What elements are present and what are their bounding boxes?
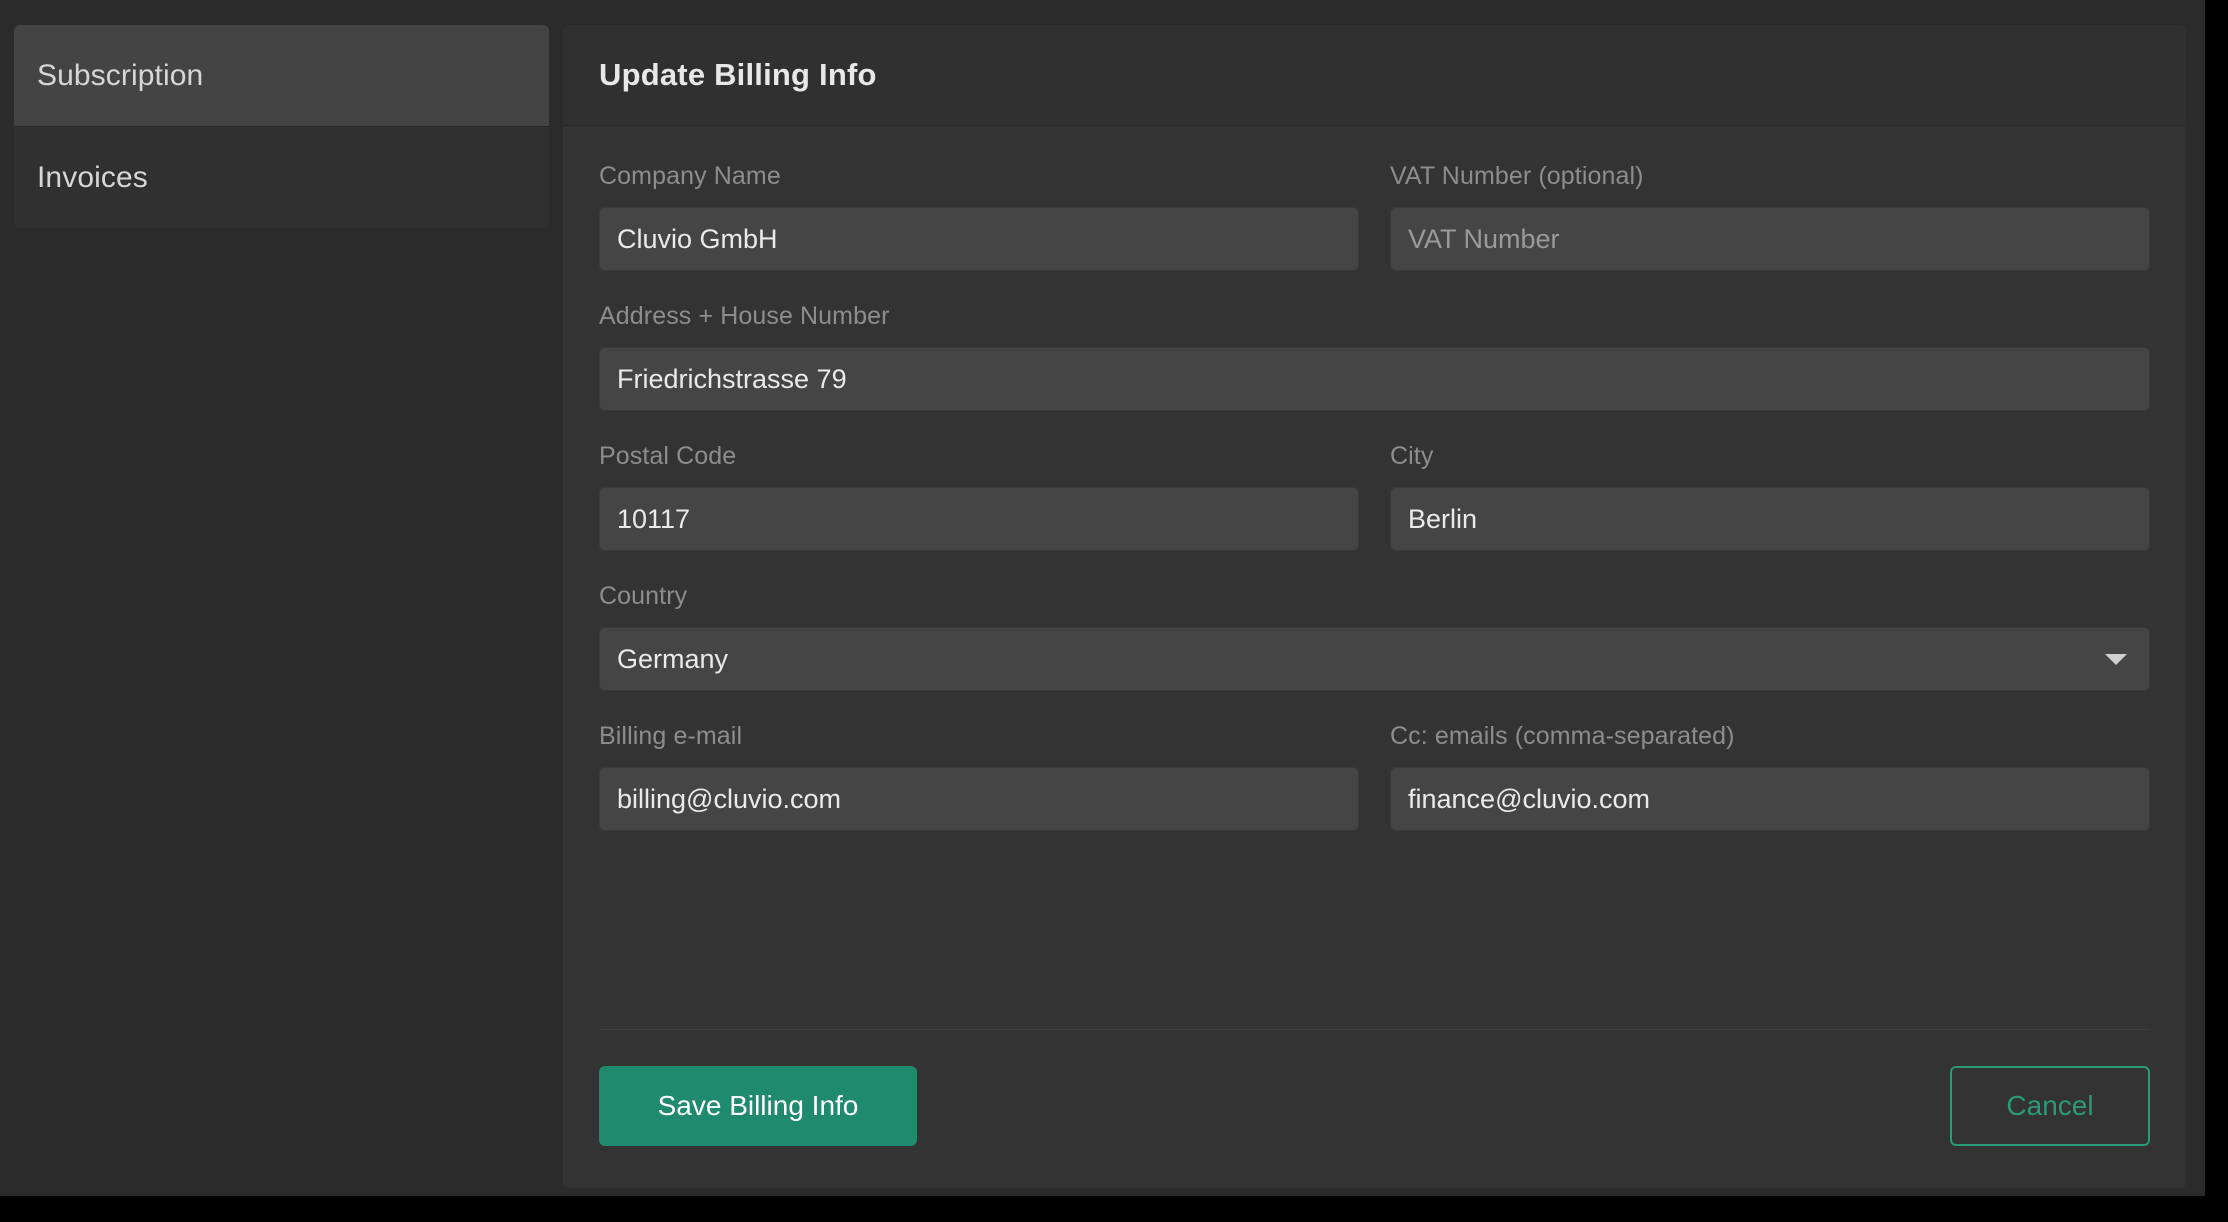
country-label: Country: [599, 582, 688, 610]
settings-sidebar: Subscription Invoices: [0, 0, 563, 1196]
cc-emails-label: Cc: emails (comma-separated): [1390, 722, 1735, 750]
country-selected-value: Germany: [617, 643, 729, 674]
city-label: City: [1390, 442, 1434, 470]
company-name-input[interactable]: Cluvio GmbH: [599, 207, 1359, 271]
billing-email-label: Billing e-mail: [599, 722, 743, 750]
sidebar-nav: Subscription Invoices: [14, 25, 549, 228]
card-footer: Save Billing Info Cancel: [563, 1030, 2186, 1188]
field-cc-emails: Cc: emails (comma-separated) finance@clu…: [1390, 722, 2150, 831]
page-title: Update Billing Info: [599, 57, 877, 92]
form-row-emails: Billing e-mail billing@cluvio.com Cc: em…: [599, 722, 2150, 831]
form-row-company: Company Name Cluvio GmbH VAT Number (opt…: [599, 162, 2150, 271]
field-address: Address + House Number Friedrichstrasse …: [599, 302, 2150, 411]
vat-number-input[interactable]: VAT Number: [1390, 207, 2150, 271]
field-company-name: Company Name Cluvio GmbH: [599, 162, 1359, 271]
cc-emails-input[interactable]: finance@cluvio.com: [1390, 767, 2150, 831]
chevron-down-icon: [2105, 653, 2127, 665]
address-label: Address + House Number: [599, 302, 890, 330]
company-name-label: Company Name: [599, 162, 781, 190]
sidebar-item-subscription[interactable]: Subscription: [14, 25, 549, 126]
country-select[interactable]: Germany: [599, 627, 2150, 691]
form-row-address: Address + House Number Friedrichstrasse …: [599, 302, 2150, 411]
form-row-country: Country Germany: [599, 582, 2150, 691]
field-postal-code: Postal Code 10117: [599, 442, 1359, 551]
billing-settings-page: Subscription Invoices Update Billing Inf…: [0, 0, 2205, 1196]
city-input[interactable]: Berlin: [1390, 487, 2150, 551]
main-content-area: Update Billing Info Company Name Cluvio …: [563, 0, 2221, 1196]
cancel-button[interactable]: Cancel: [1950, 1066, 2150, 1146]
field-vat-number: VAT Number (optional) VAT Number: [1390, 162, 2150, 271]
field-city: City Berlin: [1390, 442, 2150, 551]
card-header: Update Billing Info: [563, 25, 2186, 126]
field-billing-email: Billing e-mail billing@cluvio.com: [599, 722, 1359, 831]
form-row-location: Postal Code 10117 City Berlin: [599, 442, 2150, 551]
address-input[interactable]: Friedrichstrasse 79: [599, 347, 2150, 411]
field-country: Country Germany: [599, 582, 2150, 691]
sidebar-item-subscription-label: Subscription: [37, 58, 204, 92]
billing-email-input[interactable]: billing@cluvio.com: [599, 767, 1359, 831]
update-billing-info-card: Update Billing Info Company Name Cluvio …: [563, 25, 2186, 1188]
vat-number-label: VAT Number (optional): [1390, 162, 1644, 190]
sidebar-item-invoices-label: Invoices: [37, 160, 148, 194]
sidebar-item-invoices[interactable]: Invoices: [14, 127, 549, 228]
billing-form: Company Name Cluvio GmbH VAT Number (opt…: [563, 126, 2186, 1024]
postal-code-input[interactable]: 10117: [599, 487, 1359, 551]
save-billing-info-button[interactable]: Save Billing Info: [599, 1066, 917, 1146]
postal-code-label: Postal Code: [599, 442, 737, 470]
